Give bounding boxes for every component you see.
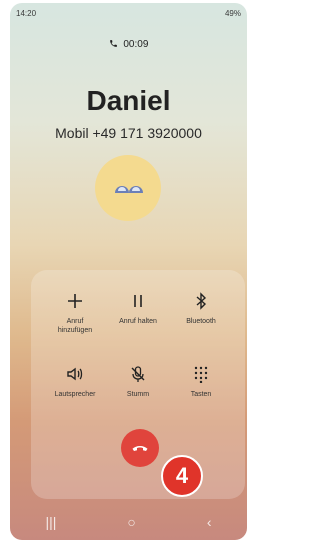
call-duration: 00:09 <box>123 39 149 50</box>
add-call-button[interactable]: Anruf hinzufügen <box>40 290 110 335</box>
phone-icon <box>109 40 117 47</box>
recent-apps-button[interactable]: ||| <box>45 514 56 530</box>
bluetooth-button[interactable]: Bluetooth <box>166 290 236 326</box>
contact-number: Mobil +49 171 3920000 <box>55 125 202 141</box>
status-bar: 14:20 49% <box>10 3 247 21</box>
bluetooth-label: Bluetooth <box>186 318 216 325</box>
pause-icon <box>103 290 173 312</box>
hang-up-icon <box>132 445 148 451</box>
plus-icon <box>40 290 110 312</box>
mic-off-icon <box>103 363 173 385</box>
speaker-icon <box>40 363 110 385</box>
avatar-eyes <box>115 186 143 193</box>
phone-screen: 14:20 49% 00:09 Daniel Mobil +49 171 392… <box>10 3 247 540</box>
bluetooth-icon <box>166 290 236 312</box>
avatar <box>95 155 161 221</box>
back-button[interactable]: ‹ <box>207 514 212 530</box>
step-number-badge: 4 <box>161 455 203 497</box>
keypad-icon <box>166 363 236 385</box>
mute-button[interactable]: Stumm <box>103 363 173 399</box>
speaker-button[interactable]: Lautsprecher <box>40 363 110 399</box>
contact-name: Daniel <box>86 85 171 116</box>
hold-call-label: Anruf halten <box>119 318 157 325</box>
keypad-label: Tasten <box>190 391 212 398</box>
navigation-bar: ||| ○ ‹ <box>10 504 247 540</box>
keypad-button[interactable]: Tasten <box>166 363 236 399</box>
home-button[interactable]: ○ <box>127 514 135 530</box>
call-timer: 00:09 <box>10 39 247 50</box>
add-call-label: Anruf hinzufügen <box>57 318 93 334</box>
hold-call-button[interactable]: Anruf halten <box>103 290 173 326</box>
speaker-label: Lautsprecher <box>54 391 96 398</box>
end-call-button[interactable] <box>121 429 159 467</box>
status-time: 14:20 <box>16 9 37 18</box>
battery-level: 49% <box>224 9 241 18</box>
mute-label: Stumm <box>126 391 150 398</box>
